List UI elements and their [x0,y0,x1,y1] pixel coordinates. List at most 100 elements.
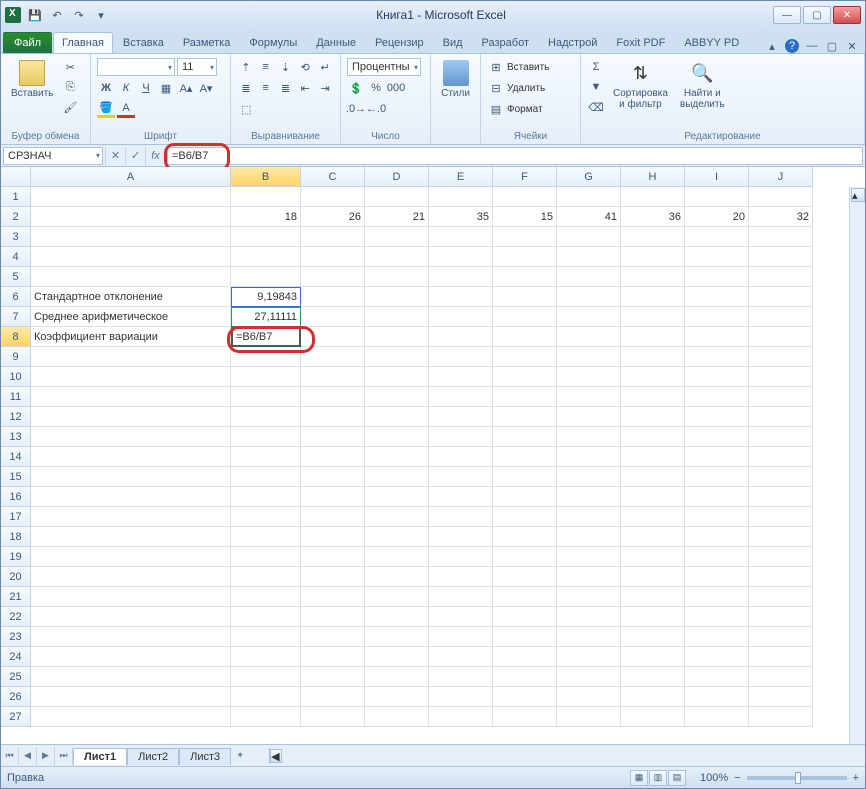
increase-decimal-icon[interactable]: .0→ [347,100,365,118]
cell-F17[interactable] [493,507,557,527]
cell-D8[interactable] [365,327,429,347]
column-header-J[interactable]: J [749,167,813,187]
cell-F6[interactable] [493,287,557,307]
cell-C10[interactable] [301,367,365,387]
cell-C23[interactable] [301,627,365,647]
cell-B7[interactable]: 27,11111 [231,307,301,327]
delete-cells-icon[interactable]: ⊟ [487,79,505,97]
maximize-button[interactable]: ▢ [803,6,831,24]
cell-G24[interactable] [557,647,621,667]
cell-G12[interactable] [557,407,621,427]
formula-input[interactable]: =B6/B7 [167,147,863,165]
cell-C18[interactable] [301,527,365,547]
fill-icon[interactable]: ▼ [587,78,605,96]
decrease-indent-icon[interactable]: ⇤ [296,79,314,97]
cell-B14[interactable] [231,447,301,467]
cell-G25[interactable] [557,667,621,687]
cell-E16[interactable] [429,487,493,507]
normal-view-icon[interactable]: ▦ [630,770,648,786]
hscroll-left-icon[interactable]: ◀ [270,749,282,763]
cell-J5[interactable] [749,267,813,287]
cell-F16[interactable] [493,487,557,507]
delete-cells-label[interactable]: Удалить [507,83,545,94]
tab-developer[interactable]: Разработ [473,32,538,53]
merge-icon[interactable]: ⬚ [237,100,255,118]
enter-formula-icon[interactable]: ✓ [125,147,145,165]
cell-D4[interactable] [365,247,429,267]
copy-icon[interactable]: ⎘ [61,78,79,96]
cell-D20[interactable] [365,567,429,587]
sheet-nav-next-icon[interactable]: ▶ [37,747,55,765]
format-cells-icon[interactable]: ▤ [487,100,505,118]
row-header-15[interactable]: 15 [1,467,31,487]
cell-G11[interactable] [557,387,621,407]
cell-C16[interactable] [301,487,365,507]
cell-F13[interactable] [493,427,557,447]
row-header-3[interactable]: 3 [1,227,31,247]
cell-E7[interactable] [429,307,493,327]
cell-J18[interactable] [749,527,813,547]
cell-F19[interactable] [493,547,557,567]
zoom-slider-thumb[interactable] [795,772,801,784]
tab-insert[interactable]: Вставка [114,32,173,53]
row-header-20[interactable]: 20 [1,567,31,587]
cell-E15[interactable] [429,467,493,487]
cell-A7[interactable]: Среднее арифметическое [31,307,231,327]
cell-D16[interactable] [365,487,429,507]
cell-J21[interactable] [749,587,813,607]
sheet-nav-prev-icon[interactable]: ◀ [19,747,37,765]
row-header-8[interactable]: 8 [1,327,31,347]
zoom-out-icon[interactable]: − [734,772,740,784]
fx-icon[interactable]: fx [145,147,165,165]
cell-H15[interactable] [621,467,685,487]
cell-E19[interactable] [429,547,493,567]
tab-formulas[interactable]: Формулы [240,32,306,53]
align-left-icon[interactable]: ≣ [237,79,255,97]
cell-I8[interactable] [685,327,749,347]
cell-B3[interactable] [231,227,301,247]
row-header-7[interactable]: 7 [1,307,31,327]
cell-J2[interactable]: 32 [749,207,813,227]
cell-B16[interactable] [231,487,301,507]
cell-E20[interactable] [429,567,493,587]
cell-D27[interactable] [365,707,429,727]
cell-D10[interactable] [365,367,429,387]
column-header-H[interactable]: H [621,167,685,187]
redo-icon[interactable]: ↷ [71,7,87,23]
font-size-combo[interactable]: 11 [177,58,217,76]
cell-C11[interactable] [301,387,365,407]
cell-I24[interactable] [685,647,749,667]
cell-C13[interactable] [301,427,365,447]
cell-I25[interactable] [685,667,749,687]
row-header-10[interactable]: 10 [1,367,31,387]
cell-C14[interactable] [301,447,365,467]
cell-I14[interactable] [685,447,749,467]
cell-G15[interactable] [557,467,621,487]
column-header-G[interactable]: G [557,167,621,187]
cell-E24[interactable] [429,647,493,667]
cell-G26[interactable] [557,687,621,707]
cell-B25[interactable] [231,667,301,687]
cell-G13[interactable] [557,427,621,447]
cell-C8[interactable] [301,327,365,347]
cell-A17[interactable] [31,507,231,527]
row-header-4[interactable]: 4 [1,247,31,267]
doc-close-icon[interactable]: ✕ [845,39,859,53]
sheet-tab-3[interactable]: Лист3 [179,748,231,765]
cell-E4[interactable] [429,247,493,267]
font-name-combo[interactable] [97,58,175,76]
cell-D26[interactable] [365,687,429,707]
undo-icon[interactable]: ↶ [49,7,65,23]
cell-I17[interactable] [685,507,749,527]
cell-D2[interactable]: 21 [365,207,429,227]
cell-G22[interactable] [557,607,621,627]
cell-C27[interactable] [301,707,365,727]
cell-G10[interactable] [557,367,621,387]
cell-A24[interactable] [31,647,231,667]
cell-J14[interactable] [749,447,813,467]
cell-E10[interactable] [429,367,493,387]
shrink-font-icon[interactable]: A▾ [197,79,215,97]
cell-I5[interactable] [685,267,749,287]
tab-layout[interactable]: Разметка [174,32,240,53]
minimize-button[interactable]: — [773,6,801,24]
